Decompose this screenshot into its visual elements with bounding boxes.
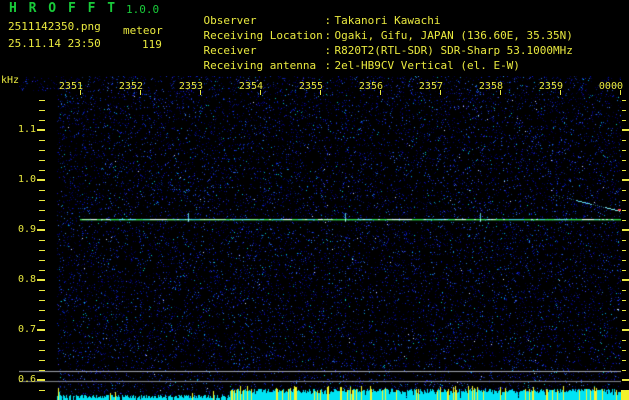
y-minor-tick	[39, 270, 45, 271]
y-minor-tick	[39, 120, 45, 121]
y-minor-tick-right	[622, 210, 626, 211]
y-major-tick	[37, 179, 45, 181]
mode-label: meteor	[123, 24, 163, 37]
x-tick-label: 2355	[298, 81, 323, 92]
output-filename: 2511142350.png	[8, 20, 101, 33]
app-version: 1.0.0	[126, 3, 160, 16]
x-tick-label: 2351	[58, 81, 83, 92]
y-minor-tick-right	[622, 290, 626, 291]
spectrogram-canvas	[19, 76, 621, 400]
y-tick-label: 1.0	[17, 174, 36, 185]
x-tick-label: 2357	[418, 81, 443, 92]
y-minor-tick	[39, 210, 45, 211]
y-major-tick-right	[622, 279, 629, 281]
y-tick-label: 0.7	[17, 324, 36, 335]
y-minor-tick-right	[622, 200, 626, 201]
y-minor-tick	[39, 350, 45, 351]
x-tick-label: 2352	[118, 81, 143, 92]
y-minor-tick	[39, 250, 45, 251]
y-minor-tick-right	[622, 100, 626, 101]
info-label: Receiving antenna	[203, 59, 317, 72]
y-major-tick-right	[622, 129, 629, 131]
y-major-tick	[37, 279, 45, 281]
echo-count: 119	[142, 38, 162, 51]
info-separator: :	[324, 59, 332, 72]
y-minor-tick-right	[622, 160, 626, 161]
app-title: H R O F F T	[9, 1, 118, 16]
x-tick	[200, 90, 201, 95]
y-minor-tick-right	[622, 370, 626, 371]
datetime-label: 25.11.14 23:50	[8, 37, 101, 50]
bargraph-end-marker	[621, 390, 629, 400]
y-minor-tick	[39, 390, 45, 391]
y-minor-tick-right	[622, 390, 626, 391]
y-major-tick-right	[622, 179, 629, 181]
y-minor-tick-right	[622, 320, 626, 321]
y-major-tick-right	[622, 379, 629, 381]
hrofft-window: H R O F F T 1.0.0 2511142350.png meteor …	[0, 0, 629, 400]
y-tick-label: 0.6	[17, 374, 36, 385]
y-minor-tick	[39, 150, 45, 151]
y-minor-tick	[39, 320, 45, 321]
y-minor-tick	[39, 300, 45, 301]
y-minor-tick-right	[622, 140, 626, 141]
y-minor-tick-right	[622, 170, 626, 171]
x-tick	[500, 90, 501, 95]
x-tick	[560, 90, 561, 95]
y-minor-tick	[39, 310, 45, 311]
y-minor-tick-right	[622, 260, 626, 261]
y-minor-tick	[39, 370, 45, 371]
y-minor-tick-right	[622, 150, 626, 151]
y-minor-tick-right	[622, 340, 626, 341]
y-minor-tick	[39, 360, 45, 361]
x-tick-label: 2353	[178, 81, 203, 92]
x-tick-label: 2356	[358, 81, 383, 92]
x-tick	[380, 90, 381, 95]
y-major-tick	[37, 329, 45, 331]
y-minor-tick	[39, 170, 45, 171]
y-major-tick	[37, 379, 45, 381]
y-minor-tick	[39, 140, 45, 141]
y-minor-tick	[39, 160, 45, 161]
y-minor-tick-right	[622, 250, 626, 251]
x-tick-label: 2358	[478, 81, 503, 92]
y-major-tick	[37, 229, 45, 231]
x-tick	[440, 90, 441, 95]
y-minor-tick	[39, 200, 45, 201]
y-minor-tick	[39, 340, 45, 341]
y-minor-tick	[39, 220, 45, 221]
y-tick-label: 0.8	[17, 274, 36, 285]
x-tick-label: 0000	[598, 81, 623, 92]
y-minor-tick-right	[622, 220, 626, 221]
y-minor-tick	[39, 240, 45, 241]
y-minor-tick	[39, 260, 45, 261]
y-minor-tick-right	[622, 360, 626, 361]
x-tick-label: 2354	[238, 81, 263, 92]
y-minor-tick	[39, 190, 45, 191]
y-major-tick-right	[622, 329, 629, 331]
y-minor-tick-right	[622, 310, 626, 311]
y-minor-tick-right	[622, 120, 626, 121]
x-tick	[620, 90, 621, 95]
y-minor-tick-right	[622, 240, 626, 241]
y-minor-tick	[39, 290, 45, 291]
y-major-tick-right	[622, 229, 629, 231]
x-tick	[140, 90, 141, 95]
y-minor-tick	[39, 110, 45, 111]
x-tick	[320, 90, 321, 95]
y-minor-tick	[39, 100, 45, 101]
y-minor-tick-right	[622, 270, 626, 271]
y-axis-unit: kHz	[1, 75, 20, 86]
y-minor-tick-right	[622, 110, 626, 111]
info-value: 2el-HB9CV Vertical (el. E-W)	[334, 59, 520, 72]
y-minor-tick-right	[622, 300, 626, 301]
y-tick-label: 1.1	[17, 124, 36, 135]
x-tick-label: 2359	[538, 81, 563, 92]
x-tick	[80, 90, 81, 95]
y-minor-tick-right	[622, 350, 626, 351]
y-minor-tick-right	[622, 190, 626, 191]
y-tick-label: 0.9	[17, 224, 36, 235]
x-tick	[260, 90, 261, 95]
y-major-tick	[37, 129, 45, 131]
